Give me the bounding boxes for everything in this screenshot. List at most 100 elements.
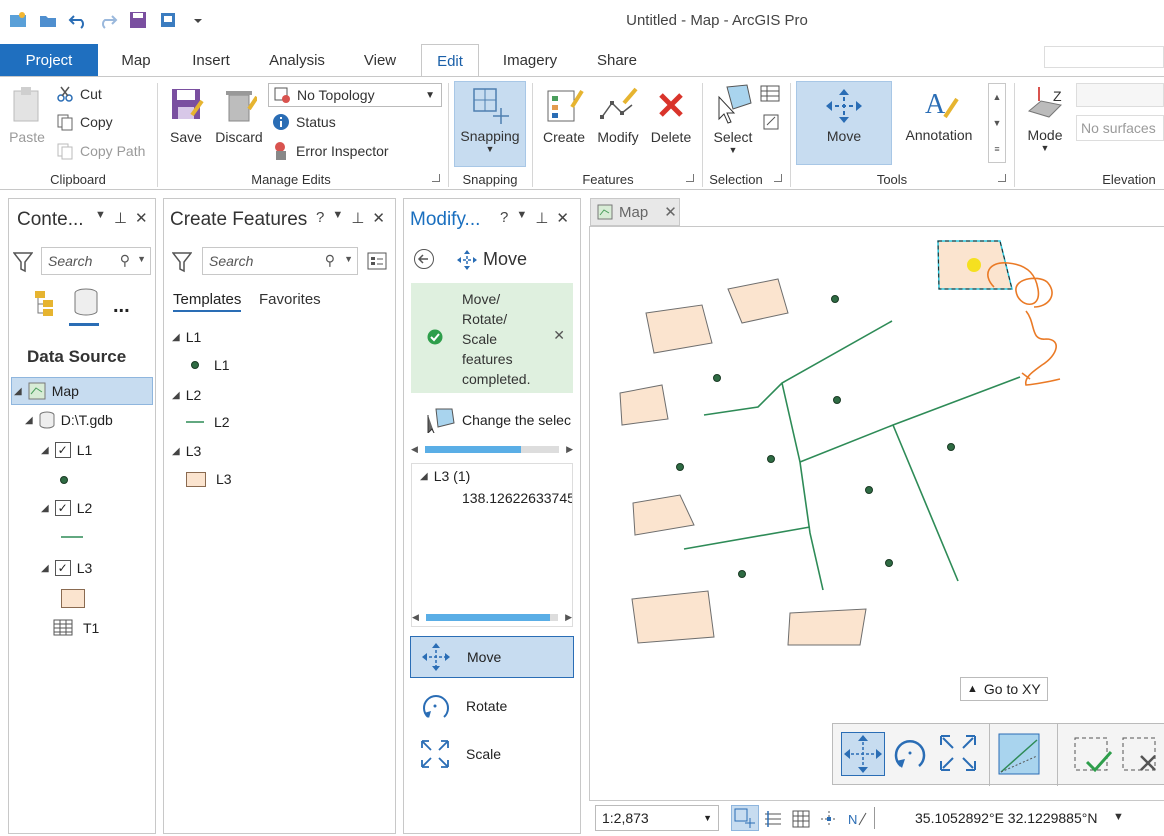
delete-button[interactable]: Delete [646, 85, 696, 145]
back-icon[interactable] [413, 248, 435, 270]
dialog-launcher-icon[interactable] [774, 174, 782, 182]
help-icon[interactable]: ? [500, 209, 508, 227]
template-search-input[interactable]: Search ⚲ ▼ [202, 247, 358, 275]
tab-analysis[interactable]: Analysis [256, 44, 338, 76]
expand-icon[interactable]: ◢ [14, 386, 22, 397]
manage-templates-icon[interactable] [366, 251, 388, 273]
map-view-tab[interactable]: Map ✕ [590, 198, 680, 226]
scale-toolbar-button[interactable] [937, 732, 981, 776]
expand-icon[interactable]: ◢ [41, 445, 49, 456]
template-group-l1[interactable]: ◢ L1 [172, 329, 201, 345]
selected-layer-l3[interactable]: ◢ L3 (1) [420, 468, 470, 484]
constraints-icon[interactable] [819, 809, 839, 829]
expand-icon[interactable]: ◢ [420, 471, 428, 482]
expand-icon[interactable]: ◢ [41, 503, 49, 514]
annotation-tool-button[interactable]: A Annotation [894, 81, 984, 165]
copy-path-button[interactable]: Copy Path [56, 142, 145, 160]
command-search-input[interactable] [1044, 46, 1164, 68]
cut-button[interactable]: Cut [56, 85, 102, 103]
save-edits-button[interactable]: Save [164, 85, 208, 145]
clear-selection-button[interactable] [762, 113, 780, 131]
scale-option-button[interactable]: Scale [420, 739, 501, 769]
template-group-l3[interactable]: ◢ L3 [172, 443, 201, 459]
close-icon[interactable]: ✕ [556, 209, 569, 227]
tab-templates[interactable]: Templates [173, 291, 242, 312]
attributes-button[interactable] [760, 85, 780, 103]
close-icon[interactable]: ✕ [553, 327, 565, 344]
tab-insert[interactable]: Insert [176, 44, 246, 76]
contents-search-input[interactable]: Search ⚲ ▼ [41, 247, 151, 275]
tab-map[interactable]: Map [106, 44, 166, 76]
map-canvas[interactable]: ▲ Go to XY [589, 226, 1164, 800]
tab-project[interactable]: Project [0, 44, 98, 76]
list-by-drawing-order-icon[interactable] [33, 289, 63, 317]
scroll-left-icon[interactable]: ◀ [412, 612, 419, 623]
expand-icon[interactable]: ◢ [25, 415, 33, 426]
paste-button[interactable]: Paste [6, 85, 48, 145]
more-options-button[interactable]: ... [113, 295, 130, 318]
snapping-toolbar-button[interactable] [997, 732, 1045, 776]
create-button[interactable]: Create [538, 85, 590, 145]
select-button[interactable]: Select ▼ [708, 83, 758, 155]
tree-item-table-t1[interactable]: T1 [53, 619, 99, 637]
map-scale-dropdown[interactable]: 1:2,873 ▼ [595, 805, 719, 831]
dialog-launcher-icon[interactable] [686, 174, 694, 182]
change-selection-button[interactable]: Change the selec [426, 407, 576, 433]
tree-item-layer-l3[interactable]: ◢ ✓ L3 [41, 560, 92, 576]
scroll-right-icon[interactable]: ▶ [566, 444, 573, 455]
visibility-checkbox[interactable]: ✓ [54, 442, 71, 458]
move-toolbar-button[interactable] [841, 732, 885, 776]
tab-view[interactable]: View [348, 44, 412, 76]
pane-menu-icon[interactable]: ▼ [516, 209, 527, 227]
dialog-launcher-icon[interactable] [432, 174, 440, 182]
expand-icon[interactable]: ◢ [172, 446, 180, 457]
tree-item-gdb[interactable]: ◢ D:\T.gdb [25, 411, 113, 429]
chevron-down-icon[interactable]: ▼ [1113, 811, 1124, 823]
error-inspector-button[interactable]: Error Inspector [272, 141, 389, 161]
template-item-l3[interactable]: L3 [186, 471, 232, 487]
grid-toggle-icon[interactable] [763, 809, 783, 829]
snapping-button[interactable]: Snapping ▼ [454, 81, 526, 167]
elevation-mode-button[interactable]: Z Mode ▼ [1020, 83, 1070, 153]
close-icon[interactable]: ✕ [135, 209, 148, 227]
status-button[interactable]: Status [272, 113, 336, 131]
scroll-right-icon[interactable]: ▶ [565, 612, 572, 623]
finish-edit-button[interactable] [1073, 734, 1113, 774]
tab-share[interactable]: Share [582, 44, 652, 76]
tree-item-map[interactable]: ◢ Map [11, 377, 153, 405]
copy-button[interactable]: Copy [56, 113, 113, 131]
visibility-checkbox[interactable]: ✓ [54, 560, 71, 576]
tools-gallery-scroll[interactable]: ▲ ▼ ≡ [988, 83, 1006, 163]
tab-edit[interactable]: Edit [421, 44, 479, 77]
list-by-data-source-icon[interactable] [73, 287, 99, 317]
pin-icon[interactable]: ⊥ [114, 209, 127, 227]
expand-icon[interactable]: ◢ [172, 332, 180, 343]
correction-icon[interactable]: N [847, 809, 867, 829]
pin-icon[interactable]: ⊥ [535, 209, 548, 227]
filter-icon[interactable] [13, 251, 33, 273]
selected-feature-item[interactable]: 138.12622633745 [462, 490, 572, 506]
close-icon[interactable]: ✕ [372, 209, 385, 227]
elevation-surface-dropdown[interactable] [1076, 83, 1164, 107]
snapping-status-button[interactable] [731, 805, 759, 831]
expand-icon[interactable]: ◢ [41, 563, 49, 574]
surfaces-dropdown[interactable]: No surfaces [1076, 115, 1164, 141]
template-group-l2[interactable]: ◢ L2 [172, 387, 201, 403]
move-tool-button[interactable]: Move [796, 81, 892, 165]
expand-icon[interactable]: ◢ [172, 390, 180, 401]
pin-icon[interactable]: ⊥ [351, 209, 364, 227]
modify-button[interactable]: Modify [592, 85, 644, 145]
rotate-toolbar-button[interactable] [889, 732, 933, 776]
tree-item-layer-l2[interactable]: ◢ ✓ L2 [41, 500, 92, 516]
go-to-xy-button[interactable]: ▲ Go to XY [960, 677, 1048, 701]
template-item-l1[interactable]: L1 [190, 357, 230, 373]
table-grid-icon[interactable] [791, 809, 811, 829]
close-icon[interactable]: ✕ [664, 203, 677, 221]
tab-imagery[interactable]: Imagery [490, 44, 570, 76]
cancel-edit-button[interactable] [1121, 734, 1161, 774]
horizontal-scrollbar[interactable]: ◀ ▶ [412, 612, 572, 622]
tab-favorites[interactable]: Favorites [259, 291, 321, 308]
move-option-button[interactable]: Move [410, 636, 574, 678]
visibility-checkbox[interactable]: ✓ [54, 500, 71, 516]
discard-edits-button[interactable]: Discard [212, 85, 266, 145]
